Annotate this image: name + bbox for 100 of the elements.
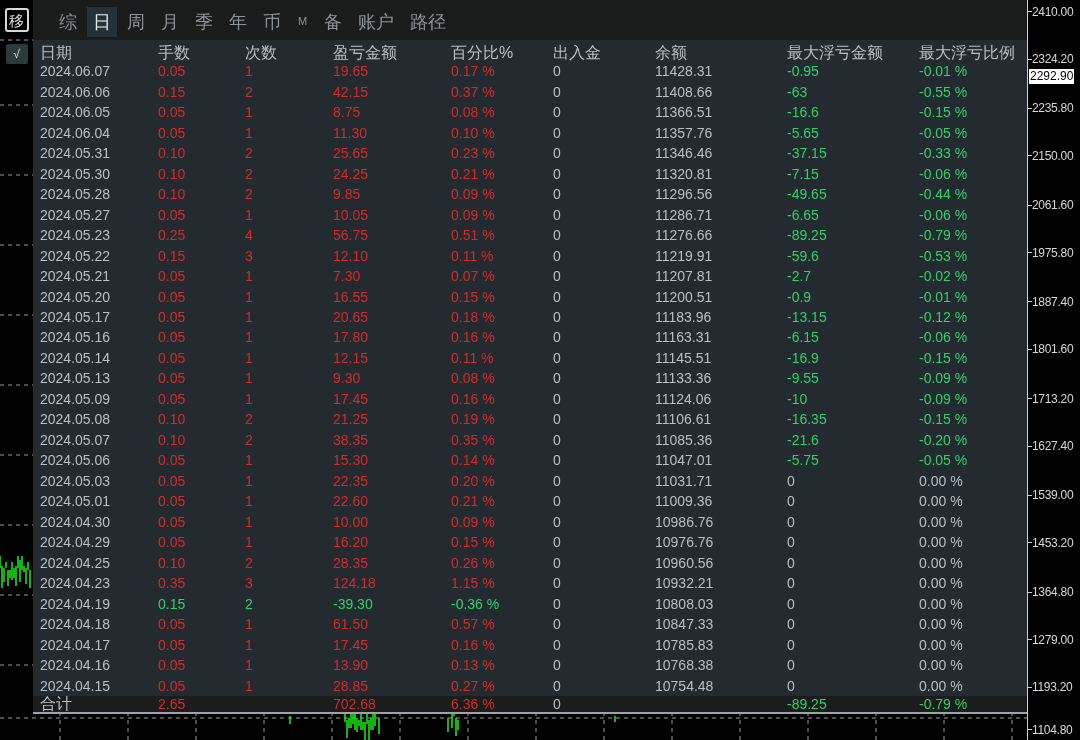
tab[interactable]: 币 — [257, 7, 287, 37]
tab[interactable]: M — [291, 7, 315, 37]
tab[interactable]: 综 — [53, 7, 83, 37]
price-label: 1279.00 — [1032, 633, 1074, 646]
table-cell-text: 1 — [245, 310, 254, 324]
table-cell-text: 0.16 % — [451, 637, 496, 652]
table-cell-text: 11296.56 — [655, 187, 714, 202]
table-cell-text: 0 — [553, 391, 562, 406]
table-cell-text: 11009.36 — [655, 494, 714, 509]
price-label: 1104.80 — [1032, 723, 1073, 736]
table-cell-text: 1 — [245, 535, 254, 550]
table-cell-text: 0 — [553, 596, 562, 611]
table-cell-text: 10976.76 — [655, 535, 715, 550]
table-cell-text: 2024.04.17 — [40, 637, 112, 652]
table-cell-text: 0 — [553, 289, 562, 304]
table-cell-text: -0.06 % — [919, 207, 969, 222]
table-cell-text: 2024.06.05 — [40, 105, 112, 120]
table-cell-text: 2024.06.06 — [40, 84, 112, 99]
table-cell-text: 11366.51 — [655, 105, 714, 120]
column-header: 最大浮亏比例 — [919, 44, 1016, 61]
price-label: 1539.00 — [1032, 489, 1074, 502]
table-cell-text: 2 — [245, 432, 254, 447]
table-cell-text: 7.30 — [333, 269, 362, 284]
table-cell-text: -49.65 — [787, 187, 828, 202]
tab[interactable]: 周 — [121, 7, 151, 37]
table-cell-text: 2024.05.09 — [40, 391, 112, 406]
tab[interactable]: 年 — [223, 7, 253, 37]
table-cell-text: 2024.05.01 — [40, 494, 112, 509]
tab[interactable]: 备 — [318, 7, 349, 37]
table-cell-text: 3 — [245, 576, 254, 591]
side-button[interactable]: 移 — [4, 8, 29, 32]
table-cell-text: -16.35 — [787, 412, 828, 427]
table-cell-text: 0 — [787, 494, 796, 509]
table-cell-text: 2 — [245, 555, 254, 570]
table-cell-text: 2 — [245, 146, 254, 161]
table-cell-text: 0 — [553, 535, 562, 550]
table-cell-text: 4 — [245, 228, 254, 243]
table-cell-text: 0.05 — [158, 473, 187, 488]
table-cell-text: 0.00 % — [919, 535, 964, 550]
table-cell-text: -0.06 % — [919, 330, 969, 345]
tab[interactable]: 日 — [87, 7, 117, 37]
table-cell-text: 0.05 — [158, 658, 187, 673]
table-cell-text: 24.25 — [333, 166, 370, 181]
table-cell-text: 56.75 — [333, 228, 370, 243]
table-cell-text: 11408.66 — [655, 84, 714, 99]
table-cell-text: 0.10 — [158, 432, 187, 447]
table-cell-text: 0.05 — [158, 64, 187, 79]
table-cell-text: 1 — [245, 391, 254, 406]
table-cell-text: -0.53 % — [919, 248, 969, 263]
table-cell-text: -0.12 % — [919, 310, 969, 324]
table-cell-text: 10754.48 — [655, 678, 715, 693]
table-cell-text: 10768.38 — [655, 658, 715, 673]
table-cell-text: 0 — [787, 535, 796, 550]
table-cell-text: 0.05 — [158, 678, 187, 693]
tab[interactable]: 账户 — [352, 7, 401, 37]
table-cell-text: 1 — [245, 330, 254, 345]
table-cell-text: -0.05 % — [919, 453, 969, 468]
table-cell-text: 0.05 — [158, 207, 187, 222]
table-cell-text: 11047.01 — [655, 453, 714, 468]
tab[interactable]: 季 — [189, 7, 219, 37]
table-cell-text: 0 — [553, 64, 562, 79]
table-cell-text: 0.00 % — [919, 678, 964, 693]
table-cell-text: 0.00 % — [919, 494, 964, 509]
table-cell-text: -0.15 % — [919, 105, 969, 120]
table-cell-text: 2024.05.30 — [40, 166, 112, 181]
tab[interactable]: 月 — [155, 7, 185, 37]
table-cell-text: 0.15 % — [451, 535, 496, 550]
table-cell-text: 11085.36 — [655, 432, 714, 447]
table-cell-text: 13.90 — [333, 658, 370, 673]
table-cell-text: 2024.05.22 — [40, 248, 112, 263]
table-cell-text: 1 — [245, 371, 254, 386]
current-price-label: 2292.90 — [1029, 69, 1075, 85]
table-cell-text: 0 — [553, 555, 562, 570]
table-cell-text: -0.9 — [787, 289, 813, 304]
table-cell-text: 2024.05.08 — [40, 412, 112, 427]
table-cell-text: 0 — [553, 248, 562, 263]
price-label: 1627.40 — [1032, 440, 1074, 453]
side-button[interactable]: √ — [5, 44, 28, 64]
table-cell-text: 0.00 % — [919, 637, 964, 652]
table-cell-text: 2024.05.14 — [40, 350, 112, 365]
table-cell-text: 0.10 % — [451, 125, 496, 140]
table-cell-text: 0.35 — [158, 576, 187, 591]
table-cell-text: 0 — [787, 678, 796, 693]
table-cell-text: 1 — [245, 494, 254, 509]
table-cell-text: 0.00 % — [919, 617, 964, 632]
table-cell-text: 0 — [553, 576, 562, 591]
table-cell-text: 0.05 — [158, 494, 187, 509]
table-cell-text: 11320.81 — [655, 166, 714, 181]
price-label: 2235.80 — [1032, 102, 1074, 115]
tab[interactable]: 路径 — [404, 7, 453, 37]
table-cell-text: 0.21 % — [451, 166, 496, 181]
table-cell-text: 11219.91 — [655, 248, 714, 263]
table-cell-text: 10847.33 — [655, 617, 715, 632]
price-label: 1887.40 — [1032, 295, 1074, 308]
price-label: 1364.80 — [1032, 586, 1074, 599]
table-cell-text: 11357.76 — [655, 125, 714, 140]
table-cell-text: 2024.04.30 — [40, 514, 112, 529]
table-cell-text: 0 — [553, 371, 562, 386]
table-cell-text: 38.35 — [333, 432, 370, 447]
table-cell-text: 28.85 — [333, 678, 370, 693]
